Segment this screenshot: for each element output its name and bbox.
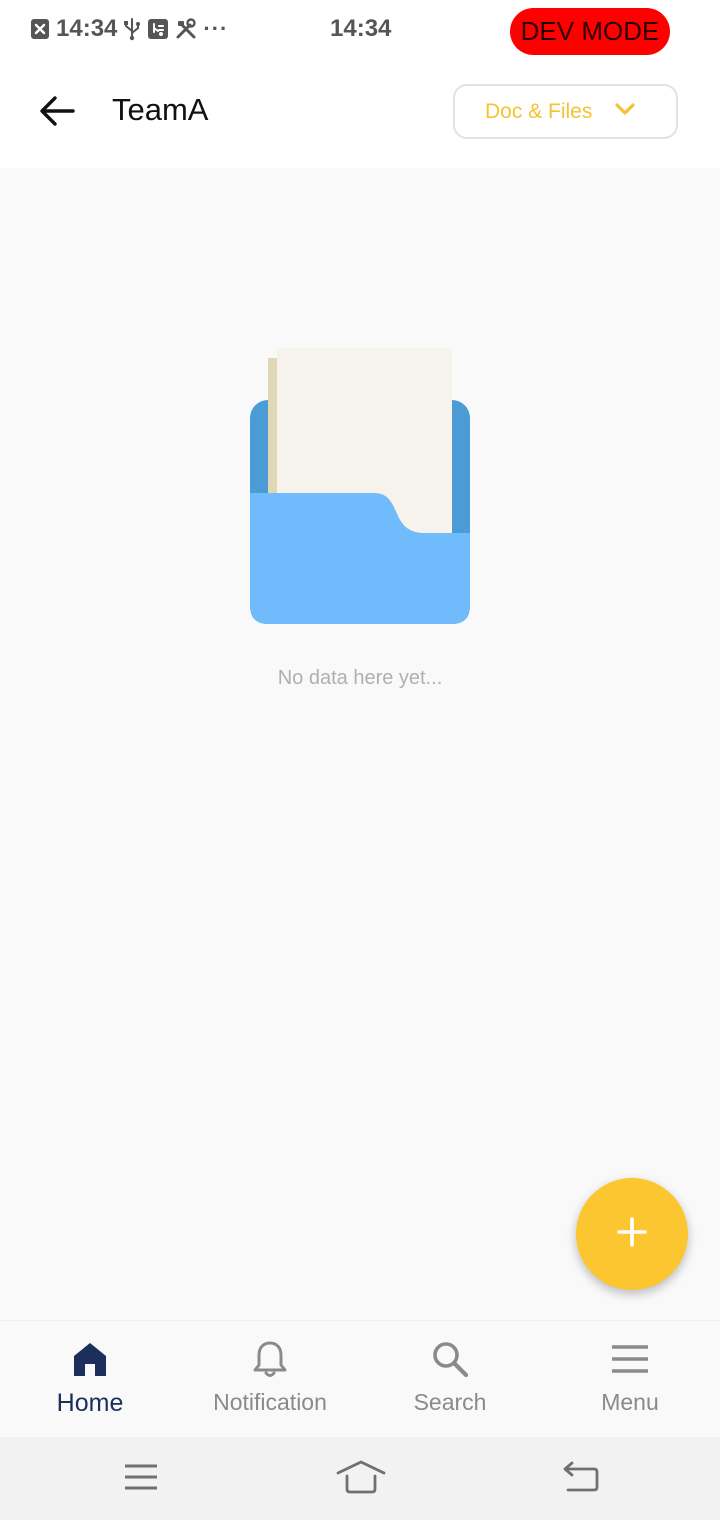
nav-label-search: Search xyxy=(413,1389,487,1415)
back-button[interactable] xyxy=(34,90,80,136)
status-overflow: ··· xyxy=(203,16,229,41)
doc-files-dropdown[interactable]: Doc & Files xyxy=(453,84,678,139)
usb-icon xyxy=(123,17,141,41)
folder-with-document-icon xyxy=(248,346,472,626)
nav-label-notification: Notification xyxy=(213,1389,327,1415)
status-time-left: 14:34 xyxy=(56,15,118,42)
home-icon xyxy=(70,1339,110,1379)
menu-icon xyxy=(610,1339,650,1379)
nav-item-menu[interactable]: Menu xyxy=(540,1321,720,1438)
app-header: TeamA Doc & Files xyxy=(0,60,720,168)
plus-icon xyxy=(616,1216,648,1253)
dev-mode-badge: DEV MODE xyxy=(510,8,670,55)
home-icon xyxy=(336,1459,386,1500)
nav-item-notification[interactable]: Notification xyxy=(180,1321,360,1438)
bottom-nav: Home Notification Search Menu xyxy=(0,1320,720,1438)
dropdown-label: Doc & Files xyxy=(485,99,593,123)
nav-label-home: Home xyxy=(56,1389,124,1417)
nav-item-home[interactable]: Home xyxy=(0,1321,180,1438)
nav-label-menu: Menu xyxy=(601,1389,659,1415)
system-recents-button[interactable] xyxy=(119,1457,163,1501)
status-time-center: 14:34 xyxy=(330,15,392,42)
bell-icon xyxy=(250,1339,290,1379)
status-bar: 14:34 ··· 14:34 DEV MODE xyxy=(0,0,720,60)
status-bar-left: 14:34 ··· xyxy=(30,14,228,44)
search-icon xyxy=(430,1339,470,1379)
back-icon xyxy=(560,1461,600,1498)
empty-state-message: No data here yet... xyxy=(277,667,443,689)
tools-icon xyxy=(175,18,197,40)
system-home-button[interactable] xyxy=(336,1457,386,1501)
system-back-button[interactable] xyxy=(558,1457,602,1501)
chevron-down-icon xyxy=(614,102,636,121)
nav-item-search[interactable]: Search xyxy=(360,1321,540,1438)
page-title: TeamA xyxy=(112,92,209,127)
system-nav-bar xyxy=(0,1437,720,1520)
notification-x-icon xyxy=(30,18,50,40)
add-button[interactable] xyxy=(576,1178,688,1290)
recents-icon xyxy=(123,1463,159,1496)
debug-icon xyxy=(147,18,169,40)
arrow-left-icon xyxy=(39,95,75,132)
